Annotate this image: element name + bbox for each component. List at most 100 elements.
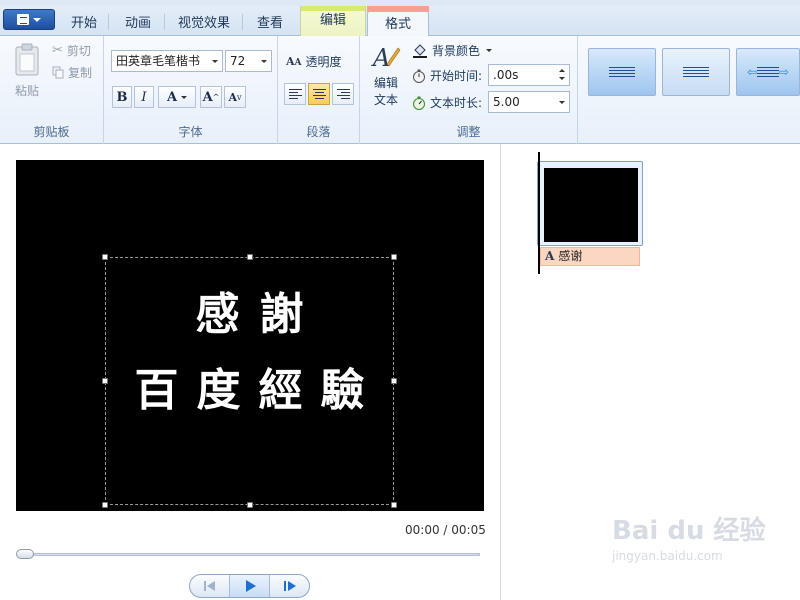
play-button[interactable] — [230, 575, 270, 597]
caption-line-2: 百度經驗 — [134, 365, 383, 416]
watermark: Bai du 经验 jingyan.baidu.com — [612, 510, 800, 580]
bold-button[interactable]: B — [112, 86, 132, 108]
tab-format[interactable]: 格式 — [367, 11, 429, 37]
text-lines-icon — [683, 67, 709, 77]
align-right-icon — [336, 89, 350, 99]
tab-visual-effects[interactable]: 视觉效果 — [170, 11, 238, 36]
panel-divider[interactable] — [500, 144, 501, 600]
arrow-right-icon: ⇨ — [779, 65, 790, 79]
seek-thumb[interactable] — [16, 549, 34, 559]
next-frame-button[interactable] — [270, 575, 309, 597]
align-center-icon — [312, 89, 326, 99]
previous-frame-button[interactable] — [190, 575, 230, 597]
tab-view[interactable]: 查看 — [248, 11, 292, 36]
font-color-button[interactable]: A — [158, 86, 196, 108]
effect-thumbnail-3[interactable]: ⇦ ⇨ — [736, 48, 800, 96]
resize-handle[interactable] — [391, 254, 397, 260]
clipboard-icon — [15, 43, 39, 76]
cut-label: 剪切 — [66, 44, 91, 58]
start-time-row: 开始时间: — [412, 67, 482, 84]
tab-edit[interactable]: 编辑 — [300, 6, 366, 36]
grow-font-button[interactable]: A ^ — [200, 86, 222, 108]
background-color-button[interactable]: 背景颜色 — [412, 42, 493, 59]
down-arrow-icon: v — [237, 92, 242, 102]
clipboard-group-label: 剪贴板 — [33, 125, 70, 139]
adjust-group: A 编辑 文本 背景颜色 开始时间: .00s 文本时长: 5.00 调整 — [360, 36, 578, 144]
storyboard-clip[interactable]: A 感谢 — [537, 161, 643, 267]
paste-label: 粘贴 — [14, 84, 39, 98]
chevron-down-icon — [486, 49, 493, 52]
ribbon-tab-row: 开始 动画 视觉效果 查看 编辑 格式 — [0, 6, 800, 37]
movie-maker-window: 开始 动画 视觉效果 查看 编辑 格式 粘贴 ✂ 剪切 复制 剪贴板 田英章毛笔… — [0, 0, 800, 600]
adjust-group-label: 调整 — [456, 125, 481, 139]
clip-caption-text: 感谢 — [558, 249, 583, 263]
grow-font-icon: A — [202, 89, 213, 105]
clip-caption-label[interactable]: A 感谢 — [540, 247, 640, 266]
background-color-label: 背景颜色 — [432, 44, 481, 58]
duration-row: 文本时长: — [412, 94, 482, 111]
scissors-icon: ✂ — [52, 43, 63, 58]
caption-text-box[interactable]: 感謝 百度經驗 — [102, 254, 397, 508]
font-family-value: 田英章毛笔楷书 — [116, 54, 201, 68]
playback-controls — [189, 574, 310, 598]
resize-handle[interactable] — [102, 502, 108, 508]
paste-button[interactable]: 粘贴 — [10, 42, 44, 99]
effects-gallery: ⇦ ⇨ — [578, 36, 800, 144]
paint-bucket-icon — [413, 43, 427, 58]
effect-thumbnail-1[interactable] — [588, 48, 656, 96]
file-menu-button[interactable] — [3, 9, 55, 30]
tab-separator — [108, 14, 109, 30]
watermark-url: jingyan.baidu.com — [612, 549, 723, 563]
timecode: 00:00 / 00:05 — [405, 523, 486, 537]
tab-separator — [164, 14, 165, 30]
font-group-label: 字体 — [178, 125, 203, 139]
align-right-button[interactable] — [332, 83, 354, 105]
start-time-input[interactable]: .00s — [488, 64, 570, 86]
font-group: 田英章毛笔楷书 72 B I A A ^ Av 字体 — [104, 36, 278, 144]
edit-text-button[interactable]: A 编辑 文本 — [368, 42, 404, 108]
text-caption-icon: A — [545, 249, 555, 263]
paragraph-group-label: 段落 — [306, 125, 331, 139]
edit-text-icon: A — [371, 44, 401, 72]
video-preview[interactable]: 感謝 百度經驗 — [16, 160, 484, 511]
watermark-brand: Bai du 经验 — [612, 516, 766, 546]
document-menu-icon — [17, 14, 29, 25]
text-lines-icon — [609, 67, 635, 77]
edit-text-label-line2: 文本 — [373, 93, 398, 107]
paragraph-group: AA 透明度 段落 — [278, 36, 360, 144]
chevron-down-icon — [181, 95, 188, 99]
align-center-button[interactable] — [308, 83, 330, 105]
copy-button[interactable]: 复制 — [52, 64, 92, 81]
tab-animation[interactable]: 动画 — [114, 11, 162, 36]
font-size-select[interactable]: 72 — [225, 50, 272, 72]
text-lines-icon — [757, 67, 779, 77]
seek-bar[interactable] — [18, 553, 480, 556]
cut-button[interactable]: ✂ 剪切 — [52, 42, 91, 59]
shrink-font-button[interactable]: Av — [224, 86, 246, 108]
chevron-down-icon — [33, 17, 41, 22]
font-color-icon: A — [166, 89, 178, 105]
italic-button[interactable]: I — [134, 86, 154, 108]
storyboard-playhead[interactable] — [538, 152, 540, 274]
resize-handle[interactable] — [391, 502, 397, 508]
start-time-label: 开始时间: — [430, 69, 483, 83]
resize-handle[interactable] — [102, 254, 108, 260]
chevron-down-icon — [257, 51, 271, 71]
arrow-left-right-icon: ⇦ — [746, 65, 757, 79]
next-frame-icon — [283, 581, 296, 591]
spinner-arrows-icon[interactable] — [555, 65, 569, 85]
effect-thumbnail-2[interactable] — [662, 48, 730, 96]
align-left-button[interactable] — [284, 83, 306, 105]
copy-icon — [52, 66, 64, 79]
ribbon: 粘贴 ✂ 剪切 复制 剪贴板 田英章毛笔楷书 72 B I A A ^ A v … — [0, 36, 800, 144]
duration-select[interactable]: 5.00 — [488, 91, 570, 113]
clipboard-group: 粘贴 ✂ 剪切 复制 剪贴板 — [0, 36, 104, 144]
transparency-button[interactable]: AA 透明度 — [286, 53, 342, 70]
tab-home[interactable]: 开始 — [62, 11, 106, 36]
resize-handle[interactable] — [247, 502, 253, 508]
font-family-select[interactable]: 田英章毛笔楷书 — [111, 50, 223, 72]
resize-handle[interactable] — [247, 254, 253, 260]
chevron-down-icon — [208, 51, 222, 71]
transparency-icon: AA — [286, 55, 302, 68]
play-icon — [245, 580, 256, 592]
